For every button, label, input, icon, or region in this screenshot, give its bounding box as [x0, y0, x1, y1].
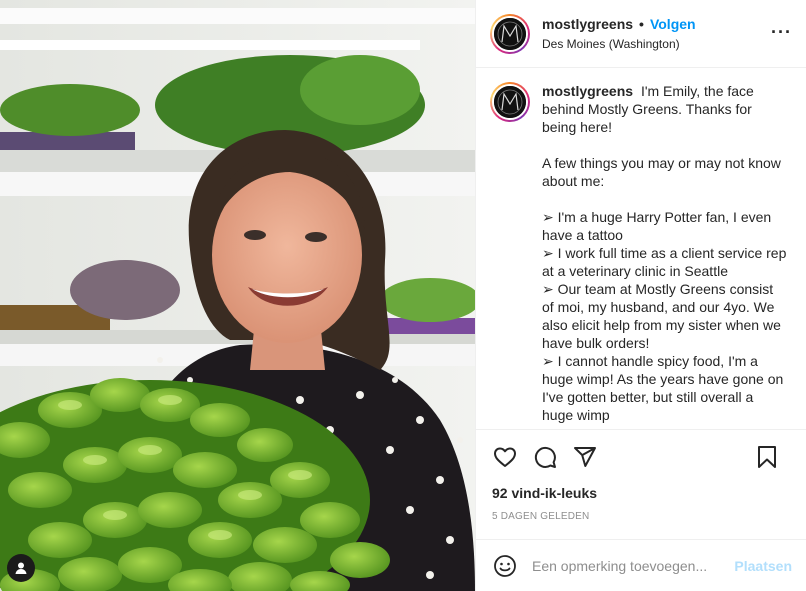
share-button[interactable]	[572, 444, 598, 470]
share-icon	[574, 446, 596, 467]
user-tag-button[interactable]	[7, 554, 35, 582]
action-bar	[476, 430, 806, 483]
avatar[interactable]	[490, 13, 530, 54]
caption-lead: A few things you may or may not know abo…	[542, 155, 781, 189]
photo-illustration	[0, 0, 475, 591]
follow-button[interactable]: Volgen	[650, 16, 696, 32]
avatar-logo	[494, 17, 526, 50]
caption-bullet: ➢ Our team at Mostly Greens consist of m…	[542, 281, 781, 351]
caption-bullet: ➢ I cannot handle spicy food, I'm a huge…	[542, 353, 784, 423]
caption-bullet: ➢ I'm a huge Harry Potter fan, I even ha…	[542, 209, 772, 243]
caption-text: mostlygreens I'm Emily, the face behind …	[542, 82, 787, 429]
caption-area: mostlygreens I'm Emily, the face behind …	[476, 68, 806, 430]
avatar-logo	[494, 86, 526, 118]
like-button[interactable]	[492, 444, 518, 470]
post-header: mostlygreens • Volgen Des Moines (Washin…	[476, 0, 806, 68]
post-timestamp: 5 DAGEN GELEDEN	[492, 511, 590, 522]
location-link[interactable]: Des Moines (Washington)	[542, 37, 696, 51]
comment-icon	[534, 446, 556, 468]
user-tag-icon	[15, 562, 27, 574]
header-username[interactable]: mostlygreens	[542, 16, 633, 32]
emoji-icon	[494, 554, 516, 577]
comment-input[interactable]	[532, 557, 735, 574]
caption-bullets: ➢ I'm a huge Harry Potter fan, I even ha…	[542, 208, 787, 424]
save-button[interactable]	[754, 444, 780, 470]
bookmark-icon	[758, 446, 776, 468]
more-options-icon[interactable]: ···	[771, 22, 792, 43]
post-photo[interactable]	[0, 0, 475, 591]
separator-dot: •	[639, 16, 644, 32]
caption-avatar[interactable]	[490, 82, 530, 122]
heart-icon	[494, 447, 516, 467]
post-sidebar: mostlygreens • Volgen Des Moines (Washin…	[475, 0, 806, 591]
post-dialog: mostlygreens • Volgen Des Moines (Washin…	[0, 0, 806, 591]
caption-username[interactable]: mostlygreens	[542, 83, 633, 99]
comment-button[interactable]	[532, 444, 558, 470]
caption-bullet: ➢ I work full time as a client service r…	[542, 245, 787, 279]
likes-count[interactable]: 92 vind-ik-leuks	[476, 483, 806, 503]
post-comment-button[interactable]: Plaatsen	[734, 558, 792, 574]
emoji-button[interactable]	[492, 553, 518, 579]
comment-bar: Plaatsen	[476, 539, 806, 591]
